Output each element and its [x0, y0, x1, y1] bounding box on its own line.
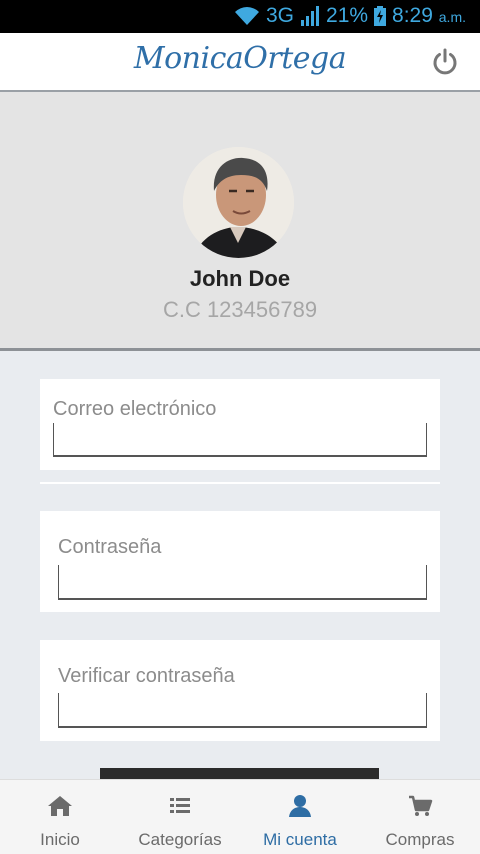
bottom-nav: Inicio Categorías Mi cuenta Compras — [0, 779, 480, 854]
home-icon — [48, 796, 72, 816]
nav-item-categorias[interactable]: Categorías — [120, 780, 240, 854]
password-field[interactable] — [58, 565, 427, 600]
email-label: Correo electrónico — [53, 398, 217, 420]
user-name: John Doe — [189, 266, 291, 291]
verify-password-card: Verificar contraseña — [40, 640, 440, 741]
avatar[interactable] — [183, 147, 294, 258]
clock-time: 8:29 — [392, 4, 433, 27]
brand-logo: MonicaOrtega — [133, 41, 347, 76]
status-bar: 3G 21% 8:29 a.m. — [0, 0, 480, 33]
verify-password-label: Verificar contraseña — [58, 665, 235, 687]
nav-label: Inicio — [40, 830, 80, 849]
nav-item-inicio[interactable]: Inicio — [0, 780, 120, 854]
divider — [40, 482, 440, 484]
wifi-icon — [235, 7, 259, 25]
nav-item-mi-cuenta[interactable]: Mi cuenta — [240, 780, 360, 854]
email-field[interactable] — [53, 423, 427, 457]
clock-ampm: a.m. — [438, 9, 466, 25]
password-card: Contraseña — [40, 511, 440, 612]
profile-section: John Doe C.C 123456789 — [0, 92, 480, 351]
nav-item-compras[interactable]: Compras — [360, 780, 480, 854]
cart-icon — [409, 795, 433, 816]
power-icon[interactable] — [430, 47, 460, 77]
password-label: Contraseña — [58, 536, 162, 558]
email-card: Correo electrónico — [40, 379, 440, 470]
status-icons: 3G 21% 8:29 a.m. — [234, 4, 466, 28]
network-type: 3G — [266, 4, 295, 27]
user-id-number: C.C 123456789 — [162, 297, 318, 322]
app-header: MonicaOrtega — [0, 33, 480, 92]
battery-charging-icon — [374, 6, 387, 26]
battery-percent: 21% — [326, 4, 369, 27]
user-icon — [289, 795, 311, 817]
nav-label: Mi cuenta — [263, 830, 337, 849]
list-icon — [170, 798, 190, 813]
clock: 8:29 a.m. — [392, 4, 466, 28]
nav-label: Compras — [385, 830, 455, 849]
signal-icon — [301, 6, 320, 26]
avatar-photo — [183, 147, 294, 258]
nav-label: Categorías — [138, 830, 222, 849]
verify-password-field[interactable] — [58, 693, 427, 728]
